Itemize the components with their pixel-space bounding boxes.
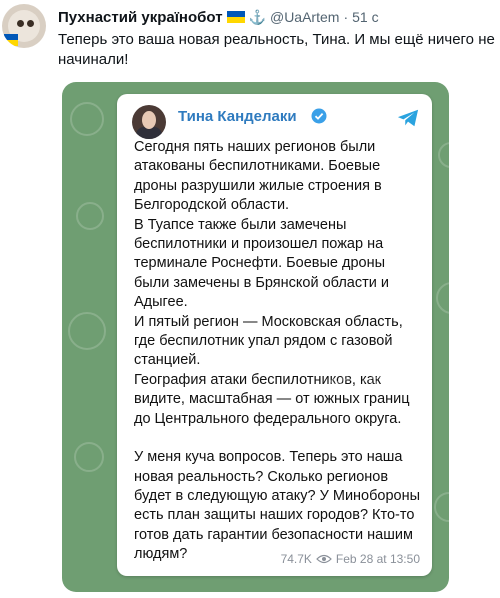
post-meta: 74.7K Feb 28 at 13:50	[281, 552, 420, 566]
cat-eye	[17, 20, 24, 27]
channel-name: Тина Канделаки	[178, 108, 297, 125]
ukraine-flag-icon	[226, 11, 245, 23]
author-name[interactable]: Пухнастий українобот	[58, 9, 223, 26]
avatar-flag-icon	[4, 34, 18, 46]
tweet-text: Теперь это ваша новая реальность, Тина. …	[58, 31, 495, 68]
author-avatar[interactable]	[2, 4, 46, 48]
post-paragraph: У меня куча вопросов. Теперь это наша но…	[134, 449, 421, 563]
tweet-time[interactable]: 51 с	[352, 9, 378, 25]
telegram-icon	[397, 109, 419, 127]
view-count: 74.7K	[280, 552, 312, 566]
verified-badge-icon	[311, 108, 327, 124]
author-handle[interactable]: @UaArtem	[270, 9, 339, 25]
pattern-doodle	[436, 282, 449, 314]
telegram-post-card: Тина Канделаки Сегодня пять наших регион…	[117, 94, 432, 576]
pattern-doodle	[70, 102, 104, 136]
pattern-doodle	[68, 312, 106, 350]
post-paragraph: Сегодня пять наших регионов были атакова…	[134, 139, 382, 214]
pattern-doodle	[74, 442, 104, 472]
pattern-doodle	[76, 202, 104, 230]
eye-icon	[316, 554, 332, 564]
pattern-doodle	[434, 492, 449, 522]
pattern-doodle	[438, 142, 449, 168]
post-paragraph: В Туапсе также были замечены беспилотник…	[134, 216, 389, 311]
tweet-media-image[interactable]: Тина Канделаки Сегодня пять наших регион…	[62, 82, 449, 592]
separator-dot: ·	[343, 9, 349, 25]
post-date: Feb 28 at 13:50	[335, 552, 420, 566]
tweet-header: Пухнастий українобот ⚓ @UaArtem · 51 с	[58, 6, 494, 28]
anchor-icon: ⚓	[248, 8, 266, 25]
cat-eye	[27, 20, 34, 27]
channel-avatar	[132, 105, 166, 139]
